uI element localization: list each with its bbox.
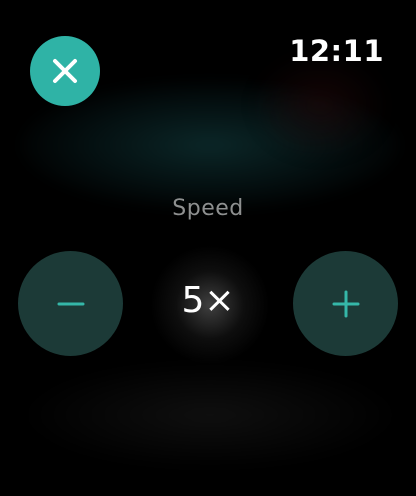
close-icon — [50, 56, 80, 86]
speed-value: 5× — [181, 280, 235, 321]
status-time: 12:11 — [289, 34, 384, 68]
minus-icon — [57, 290, 85, 318]
close-button[interactable] — [30, 36, 100, 106]
background-glow-bottom — [20, 360, 400, 470]
speed-screen: 12:11 Speed 5× — [0, 0, 416, 496]
speed-label: Speed — [172, 196, 244, 221]
increase-speed-button[interactable] — [293, 251, 398, 356]
plus-icon — [332, 290, 360, 318]
decrease-speed-button[interactable] — [18, 251, 123, 356]
